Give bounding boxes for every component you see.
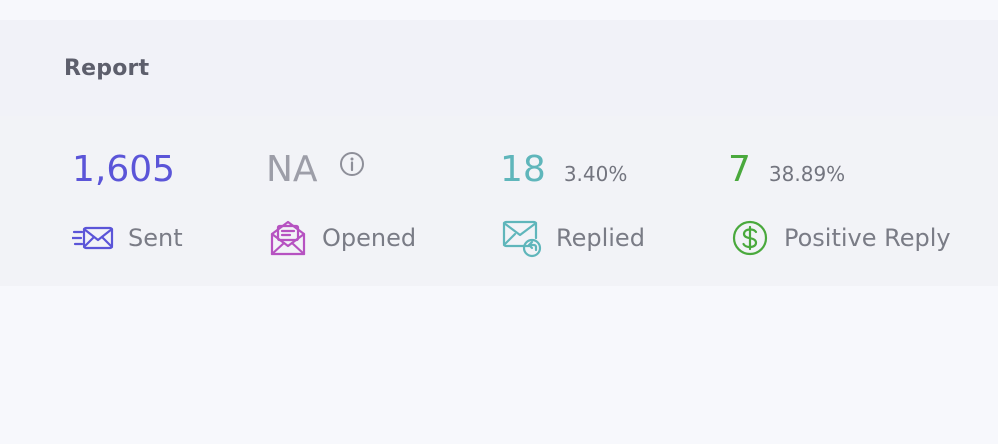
stat-opened: NA Opened [266,152,416,258]
sent-envelope-icon [72,218,116,258]
report-title: Report [64,55,150,81]
top-strip [0,0,998,20]
report-header: Report [0,20,998,116]
positive-reply-label: Positive Reply [784,224,951,252]
sent-label: Sent [128,224,183,252]
opened-count: NA [266,149,318,190]
stat-sent: 1,605 Sent [72,152,183,258]
positive-reply-percent: 38.89% [768,162,846,186]
replied-count: 18 [500,149,546,190]
dollar-icon [728,218,772,258]
stat-replied: 18 3.40% Replied [500,152,645,258]
stat-positive-reply: 7 38.89% Positive Reply [728,152,951,258]
replied-label: Replied [556,224,645,252]
stats-row: 1,605 Sent NA Opened 18 3.40% Replied 7 … [0,116,998,286]
info-icon[interactable] [338,150,366,178]
replied-percent: 3.40% [563,162,628,186]
open-envelope-icon [266,218,310,258]
opened-label: Opened [322,224,417,252]
positive-reply-count: 7 [728,149,751,190]
reply-envelope-icon [500,218,544,258]
sent-count: 1,605 [72,149,176,190]
